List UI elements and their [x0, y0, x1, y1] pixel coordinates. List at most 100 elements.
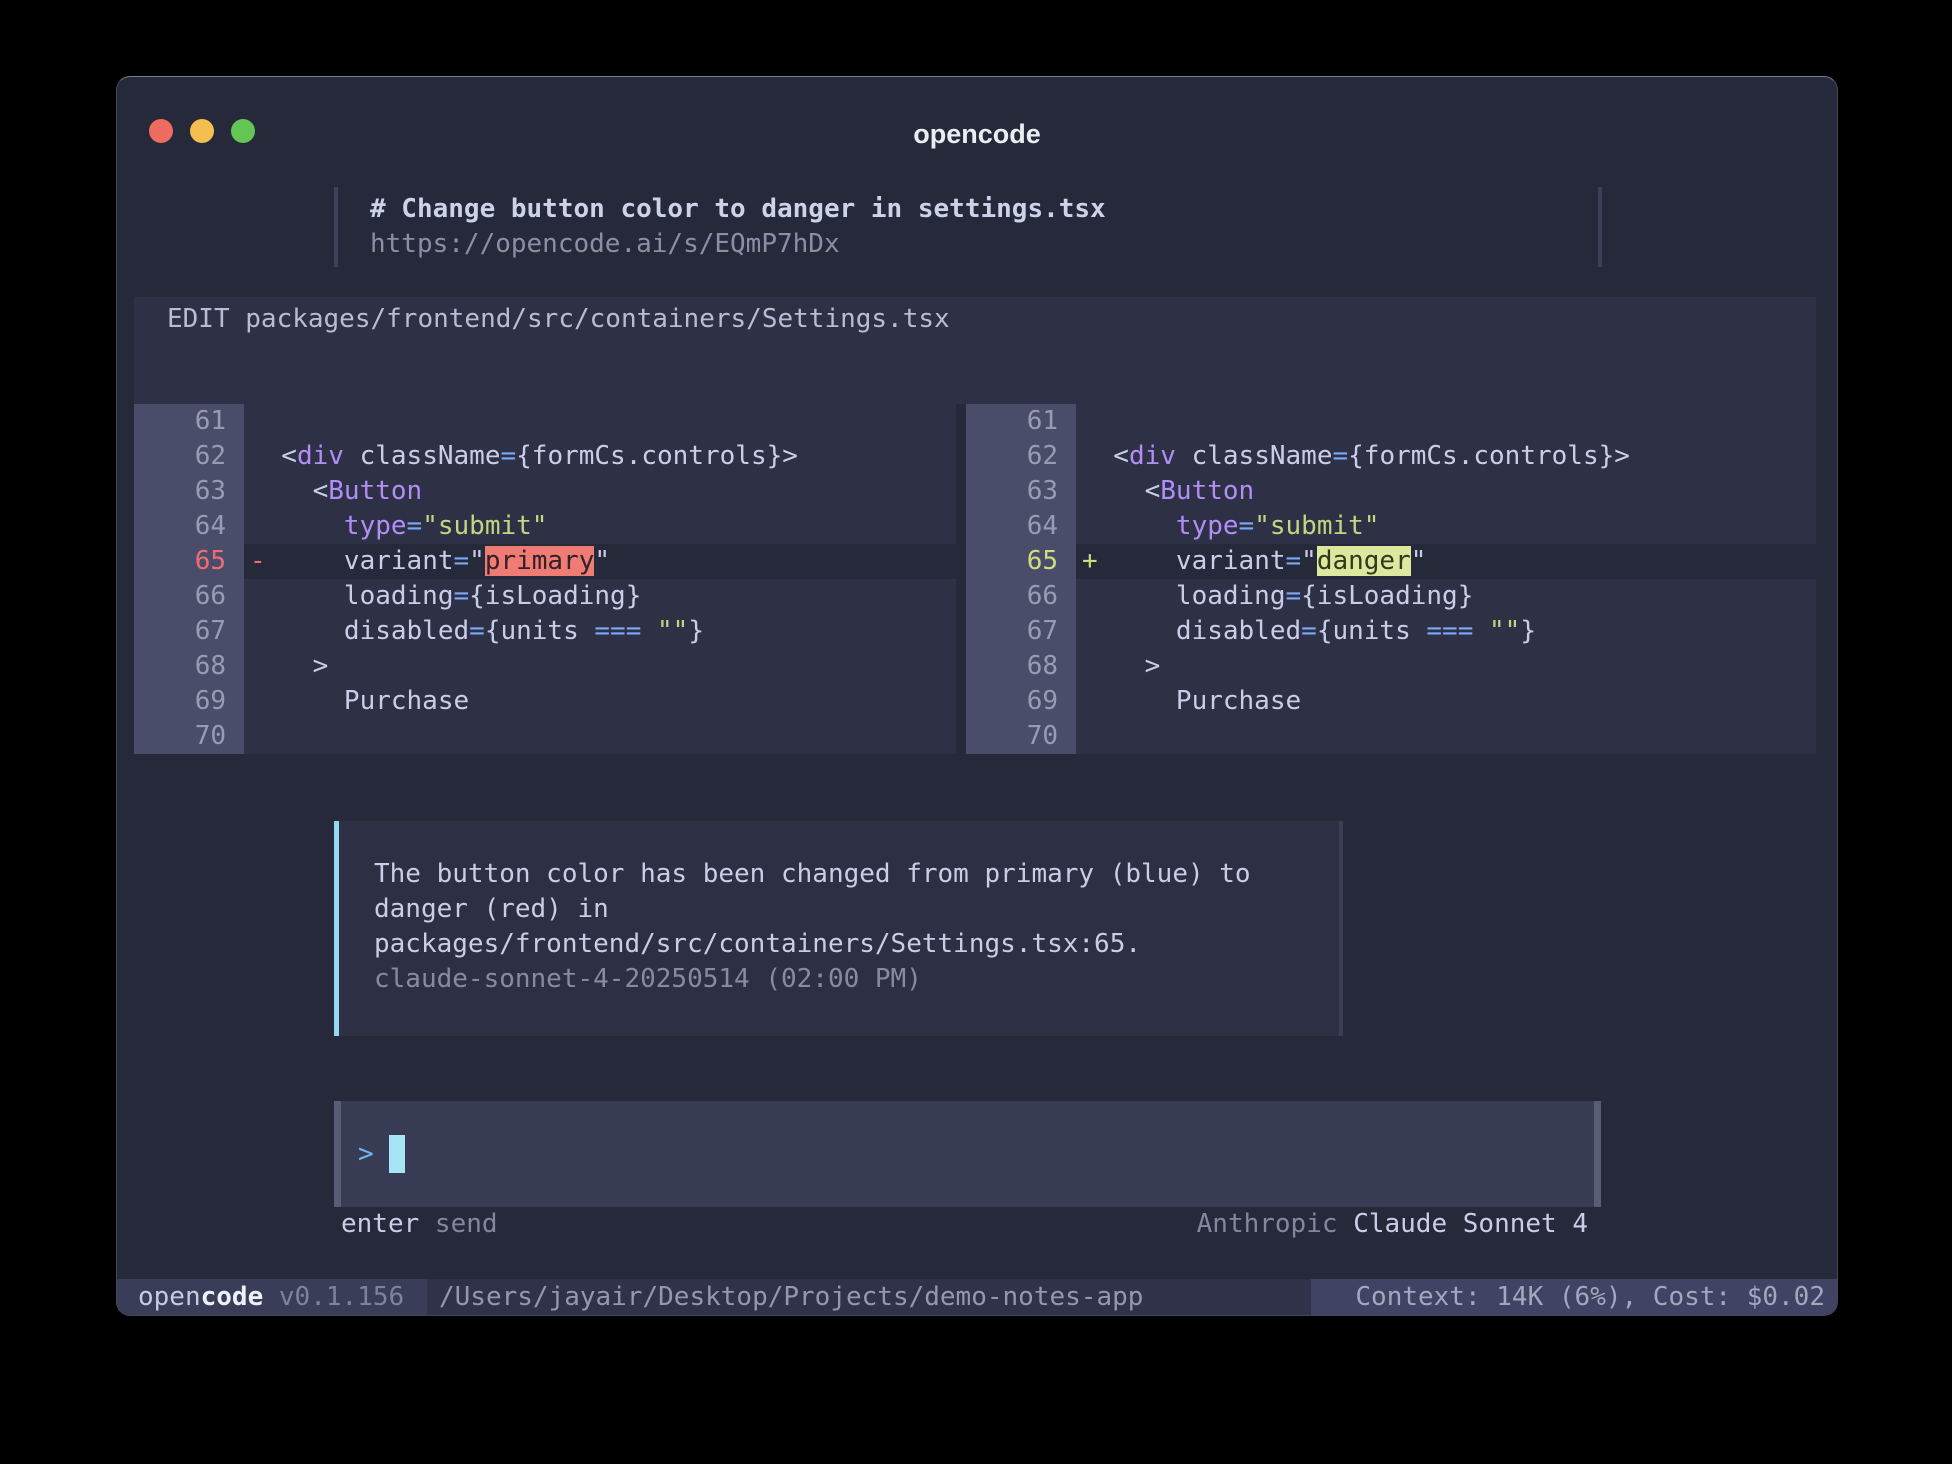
diff-row: 61 — [966, 404, 1816, 439]
line-number: 63 — [134, 474, 244, 509]
diff-row: 62 <div className={formCs.controls}> — [966, 439, 1816, 474]
code-line: <Button — [1076, 474, 1816, 509]
code-token: loading — [250, 581, 454, 611]
code-token: "" — [657, 616, 688, 646]
code-token: danger — [1317, 546, 1411, 576]
code-token: Purchase — [1082, 686, 1301, 716]
code-token: {isLoading} — [1301, 581, 1473, 611]
code-token: loading — [1082, 581, 1286, 611]
code-token: = — [1301, 616, 1317, 646]
code-token: " — [469, 546, 485, 576]
diff-row: 70 — [134, 719, 956, 754]
code-token: {formCs.controls}> — [516, 441, 798, 471]
code-token: = — [1332, 441, 1348, 471]
input-footer: enter send Anthropic Claude Sonnet 4 — [341, 1207, 1588, 1242]
status-context-segment: Context: 14K (6%), Cost: $0.02 — [1311, 1279, 1837, 1315]
diff-row: 65+ variant="danger" — [966, 544, 1816, 579]
share-url[interactable]: https://opencode.ai/s/EQmP7hDx — [370, 227, 1106, 262]
code-line: loading={isLoading} — [1076, 579, 1816, 614]
code-token: = — [454, 546, 470, 576]
user-prompt-title: # Change button color to danger in setti… — [370, 192, 1106, 227]
code-line: > — [1076, 649, 1816, 684]
diff-panel-divider — [956, 404, 966, 754]
code-token: "submit" — [1254, 511, 1379, 541]
context-cost-info: Context: 14K (6%), Cost: $0.02 — [1355, 1280, 1825, 1315]
prompt-input-field[interactable]: > — [341, 1101, 1594, 1207]
code-token: < — [250, 441, 297, 471]
user-prompt-block: # Change button color to danger in setti… — [334, 187, 1106, 267]
window-titlebar[interactable]: opencode — [117, 77, 1837, 157]
code-token: {formCs.controls}> — [1348, 441, 1630, 471]
code-token: "submit" — [422, 511, 547, 541]
assistant-message-lines: The button color has been changed from p… — [374, 857, 1339, 962]
app-name-bold: code — [201, 1280, 264, 1315]
code-line: <div className={formCs.controls}> — [244, 439, 956, 474]
diff-panel-right: 6162 <div className={formCs.controls}>63… — [966, 404, 1816, 754]
code-token: type — [344, 511, 407, 541]
code-line: <div className={formCs.controls}> — [1076, 439, 1816, 474]
code-token: Purchase — [250, 686, 469, 716]
line-number: 70 — [134, 719, 244, 754]
code-line: type="submit" — [244, 509, 956, 544]
line-number: 61 — [134, 404, 244, 439]
text-cursor — [389, 1135, 405, 1173]
diff-row: 63 <Button — [134, 474, 956, 509]
diff-row: 64 type="submit" — [966, 509, 1816, 544]
edit-tool-block: EDIT packages/frontend/src/containers/Se… — [134, 297, 1816, 754]
message-line: danger (red) in — [374, 892, 1339, 927]
line-number: 68 — [134, 649, 244, 684]
line-number: 70 — [966, 719, 1076, 754]
line-number: 63 — [966, 474, 1076, 509]
code-token: < — [250, 476, 328, 506]
diff-row: 68 > — [134, 649, 956, 684]
line-number: 62 — [134, 439, 244, 474]
line-number: 69 — [966, 684, 1076, 719]
code-line: Purchase — [244, 684, 956, 719]
code-token: className — [1176, 441, 1333, 471]
code-token: } — [688, 616, 704, 646]
code-token: + — [1082, 546, 1098, 576]
diff-row: 66 loading={isLoading} — [966, 579, 1816, 614]
diff-row: 61 — [134, 404, 956, 439]
code-token — [250, 511, 344, 541]
prompt-input-box[interactable]: > — [334, 1101, 1601, 1207]
line-number: 65 — [134, 544, 244, 579]
message-line: packages/frontend/src/containers/Setting… — [374, 927, 1339, 962]
code-token: primary — [485, 546, 595, 576]
app-version: v0.1.156 — [263, 1280, 404, 1315]
line-number: 64 — [134, 509, 244, 544]
send-hint-key: enter — [341, 1209, 419, 1239]
code-token: " — [1301, 546, 1317, 576]
model-indicator: Anthropic Claude Sonnet 4 — [1197, 1207, 1588, 1242]
code-line: Purchase — [1076, 684, 1816, 719]
code-token — [1473, 616, 1489, 646]
line-number: 66 — [134, 579, 244, 614]
code-line: - variant="primary" — [244, 544, 956, 579]
diff-row: 64 type="submit" — [134, 509, 956, 544]
code-line — [1076, 719, 1816, 754]
diff-row: 67 disabled={units === ""} — [966, 614, 1816, 649]
code-token — [1082, 511, 1176, 541]
line-number: 69 — [134, 684, 244, 719]
code-token: } — [1520, 616, 1536, 646]
diff-row: 63 <Button — [966, 474, 1816, 509]
line-number: 64 — [966, 509, 1076, 544]
code-token: = — [469, 616, 485, 646]
code-token: className — [344, 441, 501, 471]
edit-file-path: EDIT packages/frontend/src/containers/Se… — [167, 297, 950, 341]
prompt-chevron: > — [358, 1137, 374, 1172]
diff-row: 65- variant="primary" — [134, 544, 956, 579]
diff-row: 70 — [966, 719, 1816, 754]
diff-row: 67 disabled={units === ""} — [134, 614, 956, 649]
line-number: 66 — [966, 579, 1076, 614]
code-token: " — [594, 546, 610, 576]
line-number: 62 — [966, 439, 1076, 474]
code-token: = — [1239, 511, 1255, 541]
code-token: type — [1176, 511, 1239, 541]
code-line: disabled={units === ""} — [1076, 614, 1816, 649]
code-token: = — [454, 581, 470, 611]
code-line — [244, 719, 956, 754]
code-line: > — [244, 649, 956, 684]
code-line: type="submit" — [1076, 509, 1816, 544]
model-name: Claude Sonnet 4 — [1353, 1209, 1588, 1239]
